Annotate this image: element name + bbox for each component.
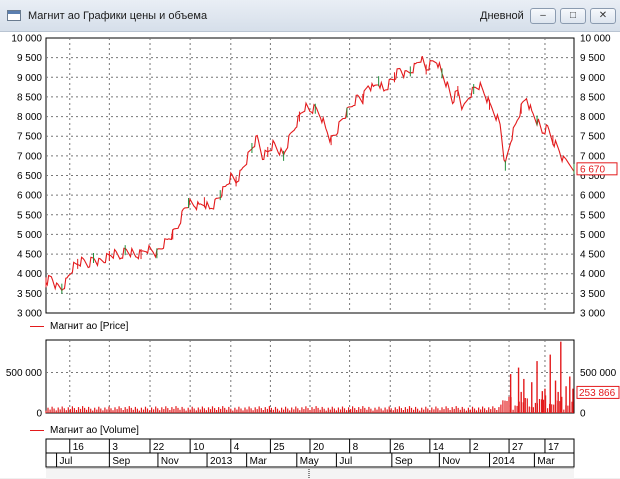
price-grid (45, 37, 575, 314)
price-tick-label-left: 5 000 (17, 230, 42, 241)
price-tick-label-right: 5 000 (580, 230, 605, 241)
x-axis-day-label: 22 (153, 442, 165, 453)
x-axis-day-label: 2 (473, 442, 479, 453)
x-axis-month-label: May (300, 456, 319, 467)
price-tick-label-left: 3 500 (17, 289, 42, 300)
x-axis-day-label: 14 (433, 442, 445, 453)
x-axis-day-label: 17 (548, 442, 560, 453)
price-last-value-label: 6 670 (580, 164, 605, 175)
price-tick-label-right: 4 500 (580, 250, 605, 261)
price-tick-label-right: 3 000 (580, 309, 605, 320)
price-tick-label-right: 8 000 (580, 112, 605, 123)
price-tick-label-right: 7 500 (580, 132, 605, 143)
x-axis-day-label: 20 (313, 442, 325, 453)
volume-legend[interactable]: Магнит ао [Volume] (30, 425, 139, 436)
price-tick-label-right: 9 500 (580, 53, 605, 64)
x-axis-month-label: Sep (112, 456, 130, 467)
x-axis-month-label: Jul (60, 456, 73, 467)
x-axis-day-label: 3 (112, 442, 118, 453)
volume-grid (45, 339, 575, 414)
price-tick-label-left: 9 500 (17, 53, 42, 64)
x-axis-month-label: 2014 (493, 456, 516, 467)
x-axis-month-label: Mar (537, 456, 555, 467)
price-tick-label-right: 9 000 (580, 73, 605, 84)
price-tick-label-left: 6 500 (17, 171, 42, 182)
x-axis-month-label: Jul (339, 456, 352, 467)
x-axis-day-label: 8 (353, 442, 359, 453)
price-tick-label-left: 5 500 (17, 210, 42, 221)
volume-tick-label-right: 0 (580, 409, 586, 420)
price-y-axis-left: 10 000 9 500 9 000 8 500 8 000 7 500 7 000 6 50… (11, 34, 42, 320)
price-tick-label-right: 4 000 (580, 269, 605, 280)
price-tick-label-right: 7 000 (580, 151, 605, 162)
x-axis-day-label: 4 (234, 442, 240, 453)
price-tick-label-left: 3 000 (17, 309, 42, 320)
price-tick-label-left: 8 500 (17, 92, 42, 103)
price-tick-label-left: 4 000 (17, 269, 42, 280)
price-tick-label-left: 4 500 (17, 250, 42, 261)
volume-last-value-label: 253 866 (579, 388, 616, 399)
price-volume-chart[interactable]: 10 000 9 500 9 000 8 500 8 000 7 500 7 000 6 50… (0, 0, 620, 478)
price-tick-label-right: 10 000 (580, 34, 611, 45)
volume-tick-label-left: 0 (36, 409, 42, 420)
volume-legend-swatch (30, 429, 44, 431)
price-legend-label: Магнит ао [Price] (50, 321, 129, 332)
price-tick-label-left: 10 000 (11, 34, 42, 45)
x-axis-month-label: 2013 (210, 456, 233, 467)
x-axis-day-label: 25 (273, 442, 285, 453)
volume-legend-label: Магнит ао [Volume] (50, 425, 139, 436)
volume-tick-label-right: 500 000 (580, 368, 617, 379)
price-tick-label-right: 5 500 (580, 210, 605, 221)
horizontal-scrollbar[interactable] (46, 468, 574, 479)
price-tick-label-left: 9 000 (17, 73, 42, 84)
price-tick-label-right: 8 500 (580, 92, 605, 103)
x-axis-day-label: 16 (73, 442, 85, 453)
x-axis-month-label: Nov (442, 456, 460, 467)
price-tick-label-left: 8 000 (17, 112, 42, 123)
price-tick-label-left: 7 500 (17, 132, 42, 143)
x-axis-day-label: 27 (512, 442, 524, 453)
x-axis-month-label: Sep (395, 456, 413, 467)
price-tick-label-left: 7 000 (17, 151, 42, 162)
price-y-axis-right: 10 0009 5009 0008 5008 0007 5007 0006 50… (580, 34, 611, 320)
price-tick-label-right: 3 500 (580, 289, 605, 300)
price-legend-swatch (30, 325, 44, 327)
x-axis-month-label: Nov (161, 456, 179, 467)
x-axis-day-label: 26 (393, 442, 405, 453)
volume-tick-label-left: 500 000 (6, 368, 43, 379)
price-tick-label-right: 6 000 (580, 191, 605, 202)
time-x-axis: 16 3 22 10 4 25 20 8 26 14 2 27 17 Jul Sep Nov 2013 Mar Ma… (45, 438, 575, 468)
x-axis-day-label: 10 (193, 442, 205, 453)
price-tick-label-left: 6 000 (17, 191, 42, 202)
x-axis-month-label: Mar (250, 456, 268, 467)
price-legend[interactable]: Магнит ао [Price] (30, 321, 128, 332)
